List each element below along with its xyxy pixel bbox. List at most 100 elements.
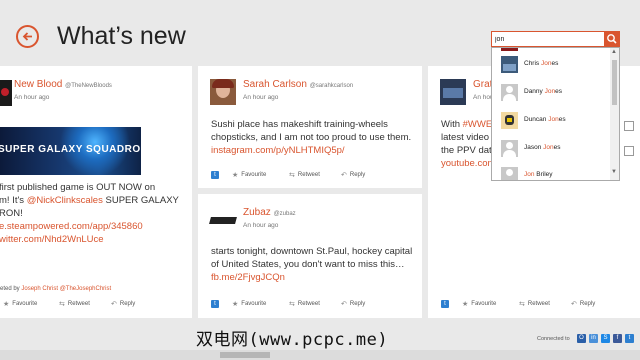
retweet-button[interactable]: ⇆ Retweet <box>289 171 320 179</box>
tweet-card[interactable]: Zubaz @zubaz An hour ago starts tonight,… <box>198 194 422 318</box>
back-arrow-icon <box>22 32 32 41</box>
search-button[interactable] <box>604 31 620 47</box>
suggestion-item[interactable]: Jon Briley <box>492 164 610 180</box>
name-part: es <box>551 60 559 67</box>
media-thumbnail[interactable] <box>624 121 634 131</box>
twitter-source[interactable]: t <box>441 300 449 308</box>
tweet-time: An hour ago <box>14 94 50 101</box>
name-match: Jon <box>543 144 554 151</box>
search-box[interactable] <box>491 31 620 47</box>
horizontal-scrollbar[interactable] <box>0 350 640 360</box>
suggestion-item[interactable]: Duncan Jones <box>492 109 610 131</box>
linkedin-icon[interactable]: in <box>589 334 598 343</box>
retweet-prefix: eted by <box>0 286 22 292</box>
suggestion-item[interactable]: Chris Jones <box>492 53 610 75</box>
author-name: Zubaz <box>243 207 271 218</box>
author-name: Grat <box>473 79 493 90</box>
scroll-thumb[interactable] <box>612 60 617 105</box>
retweeter-handle[interactable]: @TheJosephChrist <box>60 286 111 292</box>
favourite-button[interactable]: ★ Favourite <box>3 300 37 308</box>
reply-label: Reply <box>119 301 136 307</box>
tweet-line: m! It's @NickClinkscales SUPER GALAXY <box>0 194 192 207</box>
retweeter-name[interactable]: Joseph Christ <box>21 286 58 292</box>
name-match: Jon <box>524 171 535 178</box>
scroll-up-icon[interactable]: ▲ <box>611 49 617 55</box>
retweet-button[interactable]: ⇆ Retweet <box>289 300 320 308</box>
reply-button[interactable]: ↶ Reply <box>111 300 135 308</box>
name-match: Jon <box>540 60 552 67</box>
star-icon: ★ <box>232 172 239 179</box>
star-icon: ★ <box>3 301 10 308</box>
tweet-line-text: m! It's <box>0 195 27 206</box>
skype-icon[interactable]: S <box>601 334 610 343</box>
reply-button[interactable]: ↶ Reply <box>341 300 365 308</box>
facebook-icon[interactable]: f <box>613 334 622 343</box>
reply-label: Reply <box>349 172 366 178</box>
search-suggestions: Chris Jones Danny Jones Duncan Jones Jas… <box>491 47 620 181</box>
twitter-icon: t <box>211 171 219 179</box>
avatar <box>210 79 236 105</box>
search-input[interactable] <box>495 34 595 45</box>
scroll-thumb[interactable] <box>220 352 270 358</box>
tweet-text-content: starts tonight, downtown St.Paul, hockey… <box>211 246 413 270</box>
back-button[interactable] <box>16 25 39 48</box>
favourite-label: Favourite <box>241 172 267 178</box>
mention-link[interactable]: @NickClinkscales <box>27 195 103 206</box>
retweeted-by: eted by Joseph Christ @TheJosephChrist <box>0 286 111 292</box>
tweet-link[interactable]: instagram.com/p/yNLHTMIQ5p/ <box>211 145 345 156</box>
tweet-link[interactable]: e.steampowered.com/app/345860 <box>0 220 192 233</box>
twitter-source[interactable]: t <box>211 300 219 308</box>
reply-button[interactable]: ↶ Reply <box>571 300 595 308</box>
avatar <box>0 80 12 106</box>
author-handle: @zubaz <box>273 211 296 217</box>
name-part: Jason <box>524 144 544 151</box>
reply-button[interactable]: ↶ Reply <box>341 171 365 179</box>
tweet-author[interactable]: New Blood @TheNewBloods <box>14 79 112 90</box>
name-match: Jon <box>544 88 556 95</box>
media-thumbnail[interactable] <box>624 146 634 156</box>
tweet-line: RON! <box>0 208 23 219</box>
name-part: Duncan <box>524 116 549 123</box>
default-avatar-icon <box>501 167 518 180</box>
tweet-link[interactable]: fb.me/2FjvgJCQn <box>211 272 285 283</box>
favourite-label: Favourite <box>12 301 38 307</box>
favourite-button[interactable]: ★ Favourite <box>232 171 266 179</box>
hashtag-link[interactable]: #WWE <box>463 119 493 130</box>
tweet-card[interactable]: Sarah Carlson @sarahkcarlson An hour ago… <box>198 66 422 188</box>
favourite-button[interactable]: ★ Favourite <box>232 300 266 308</box>
tweet-text: first published game is OUT NOW on m! It… <box>0 181 192 246</box>
retweet-button[interactable]: ⇆ Retweet <box>519 300 550 308</box>
tweet-author[interactable]: Zubaz @zubaz <box>243 207 296 218</box>
tweet-image[interactable]: SUPER GALAXY SQUADRON <box>0 127 141 175</box>
tweet-time: An hour ago <box>243 94 279 101</box>
tweet-time: An hour ago <box>243 222 279 229</box>
author-handle: @sarahkcarlson <box>309 83 354 89</box>
tweet-card[interactable]: New Blood @TheNewBloods An hour ago SUPE… <box>0 66 192 318</box>
name-part: Briley <box>534 171 553 178</box>
star-icon: ★ <box>232 301 239 308</box>
tweet-line: first published game is OUT NOW on <box>0 182 156 193</box>
tweet-text: starts tonight, downtown St.Paul, hockey… <box>211 245 416 284</box>
tweet-author[interactable]: Grat <box>473 79 492 90</box>
reply-icon: ↶ <box>111 301 117 308</box>
tweet-author[interactable]: Sarah Carlson @sarahkcarlson <box>243 79 353 90</box>
page-title: What’s new <box>57 22 186 50</box>
tweet-text: Sushi place has makeshift training-wheel… <box>211 118 416 157</box>
retweet-button[interactable]: ⇆ Retweet <box>59 300 90 308</box>
scroll-down-icon[interactable]: ▼ <box>611 169 617 175</box>
avatar <box>501 112 518 129</box>
suggestion-item[interactable]: Danny Jones <box>492 81 610 103</box>
twitter-source[interactable]: t <box>211 171 219 179</box>
outlook-icon[interactable]: O <box>577 334 586 343</box>
favourite-button[interactable]: ★ Favourite <box>462 300 496 308</box>
reply-icon: ↶ <box>341 172 347 179</box>
suggestion-item[interactable]: Jason Jones <box>492 137 610 159</box>
twitter-icon[interactable]: t <box>625 334 634 343</box>
retweet-icon: ⇆ <box>59 301 65 308</box>
watermark-text: 双电网(www.pcpc.me) <box>196 330 389 350</box>
connected-label: Connected to <box>537 336 570 342</box>
avatar <box>209 207 237 233</box>
tweet-link[interactable]: witter.com/Nhd2WnLUce <box>0 233 192 246</box>
suggestions-scrollbar[interactable]: ▲ ▼ <box>610 48 619 180</box>
author-name: Sarah Carlson <box>243 79 307 90</box>
